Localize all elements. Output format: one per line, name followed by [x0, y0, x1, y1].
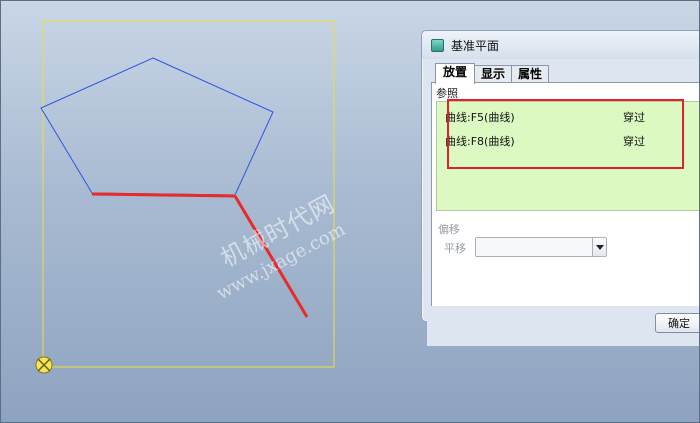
selected-curve-f8[interactable]	[233, 195, 309, 318]
translate-label: 平移	[444, 242, 466, 255]
offset-label: 偏移	[438, 223, 460, 236]
tab-display[interactable]: 显示	[474, 65, 512, 83]
annotation-highlight-box	[447, 99, 684, 169]
dialog-titlebar[interactable]: 基准平面	[422, 31, 700, 59]
dialog-title: 基准平面	[451, 39, 500, 53]
dialog-app-icon	[431, 39, 444, 52]
selected-curve-f5[interactable]	[91, 192, 236, 198]
datum-plane-dialog: 基准平面 放置 显示 属性 参照 曲线:F5(曲线) 穿过 曲线:F8(曲线) …	[421, 30, 700, 346]
ok-button[interactable]: 确定	[655, 313, 700, 333]
chevron-down-icon[interactable]	[592, 238, 606, 256]
translate-select[interactable]	[475, 237, 607, 257]
dialog-footer: 确定	[427, 306, 700, 346]
coordinate-system-icon[interactable]	[35, 356, 53, 374]
pentagon-curve[interactable]	[40, 57, 274, 196]
tab-properties[interactable]: 属性	[511, 65, 549, 83]
tab-placement[interactable]: 放置	[435, 63, 475, 84]
